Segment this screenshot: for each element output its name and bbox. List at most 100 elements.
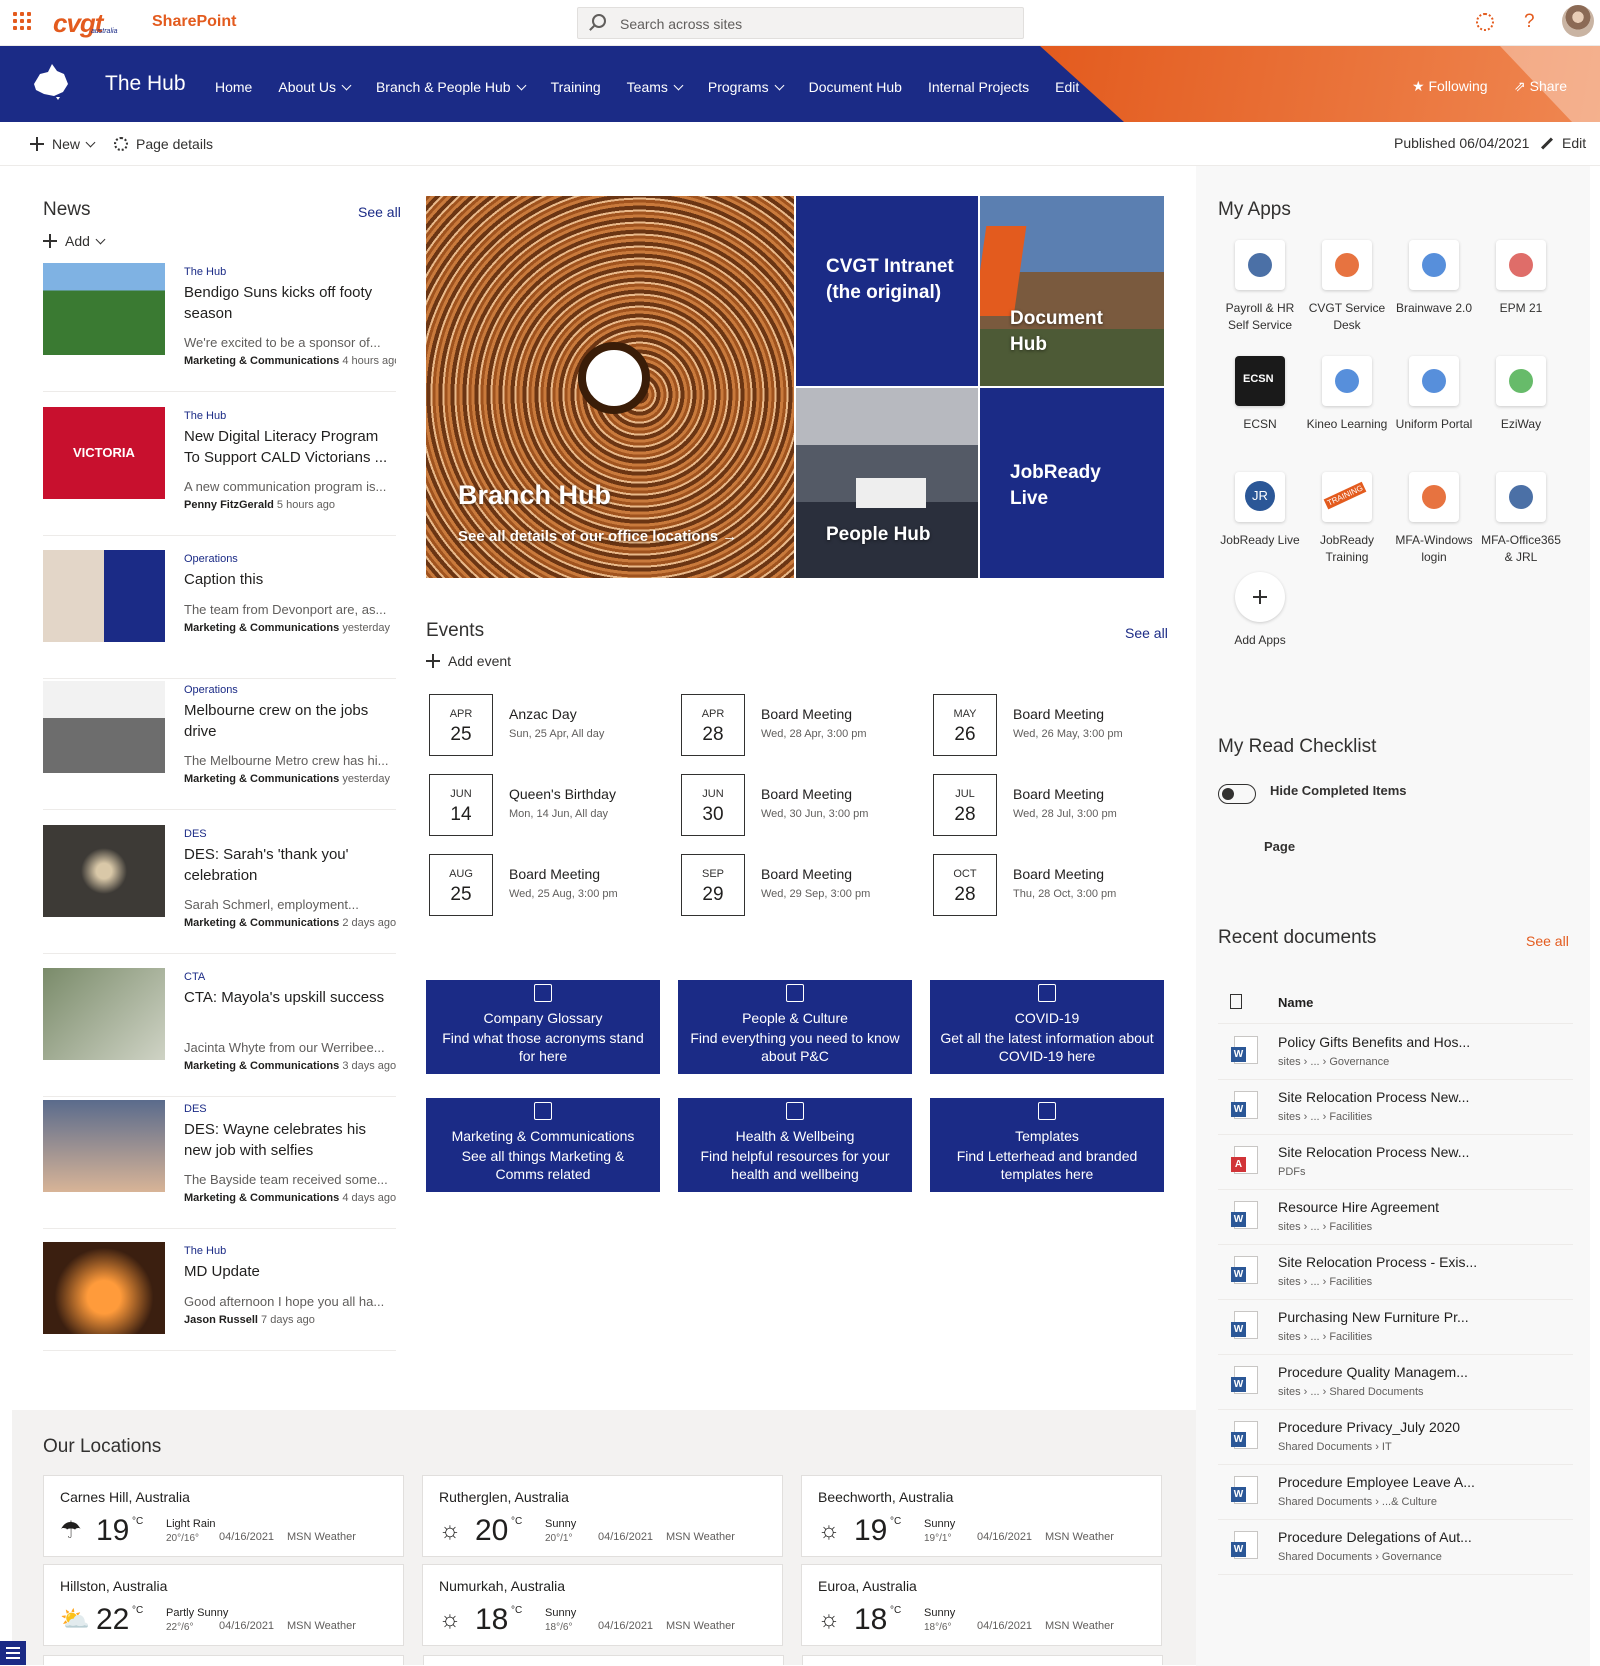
event-title[interactable]: Board Meeting bbox=[761, 706, 852, 722]
nav-item-branch-people-hub[interactable]: Branch & People Hub bbox=[376, 79, 527, 95]
event-item[interactable]: MAY 26 Board Meeting Wed, 26 May, 3:00 pm bbox=[933, 694, 1173, 756]
recent-doc-item[interactable]: W Procedure Employee Leave A... Shared Doc… bbox=[1218, 1464, 1573, 1520]
news-author[interactable]: Marketing & Communications bbox=[184, 773, 339, 785]
add-apps-button[interactable]: Add Apps bbox=[1216, 572, 1304, 649]
news-category[interactable]: The Hub bbox=[184, 1245, 226, 1257]
news-thumbnail[interactable] bbox=[43, 968, 165, 1060]
news-thumbnail[interactable] bbox=[43, 825, 165, 917]
quick-link-marketing-communications[interactable]: Marketing & Communications See all things… bbox=[426, 1098, 660, 1192]
news-see-all[interactable]: See all bbox=[358, 204, 401, 220]
news-category[interactable]: The Hub bbox=[184, 266, 226, 278]
news-thumbnail[interactable]: VICTORIA bbox=[43, 407, 165, 499]
recent-doc-name[interactable]: Site Relocation Process New... bbox=[1278, 1144, 1469, 1160]
nav-item-training[interactable]: Training bbox=[551, 79, 601, 95]
weather-card[interactable]: Carnes Hill, Australia ☂ 19 °C Light Rain 20°… bbox=[43, 1475, 404, 1557]
recent-doc-item[interactable]: A Site Relocation Process New... PDFs bbox=[1218, 1134, 1573, 1190]
news-category[interactable]: Operations bbox=[184, 553, 238, 565]
recent-doc-name[interactable]: Procedure Privacy_July 2020 bbox=[1278, 1419, 1460, 1435]
app-uniform-portal[interactable]: Uniform Portal bbox=[1390, 356, 1478, 433]
australia-logo-icon[interactable] bbox=[30, 62, 70, 100]
news-item[interactable]: DES DES: Sarah's 'thank you' celebration S… bbox=[43, 825, 396, 929]
news-title[interactable]: DES: Sarah's 'thank you' celebration bbox=[184, 844, 394, 886]
event-title[interactable]: Anzac Day bbox=[509, 706, 577, 722]
app-brainwave-2-0[interactable]: Brainwave 2.0 bbox=[1390, 240, 1478, 317]
quick-link-health-wellbeing[interactable]: Health & Wellbeing Find helpful resources… bbox=[678, 1098, 912, 1192]
event-item[interactable]: JUN 30 Board Meeting Wed, 30 Jun, 3:00 pm bbox=[681, 774, 921, 836]
app-jobready-live[interactable]: JR JobReady Live bbox=[1216, 472, 1304, 549]
app-jobready-training[interactable]: TRAINING JobReady Training bbox=[1303, 472, 1391, 566]
hero-branch-hub[interactable]: Branch Hub See all details of our office… bbox=[426, 196, 794, 578]
news-thumbnail[interactable] bbox=[43, 263, 165, 355]
news-title[interactable]: Bendigo Suns kicks off footy season bbox=[184, 282, 394, 324]
nav-item-teams[interactable]: Teams bbox=[627, 79, 684, 95]
recent-doc-item[interactable]: W Procedure Quality Managem... sites › ...… bbox=[1218, 1354, 1573, 1410]
news-thumbnail[interactable] bbox=[43, 681, 165, 773]
news-thumbnail[interactable] bbox=[43, 1100, 165, 1192]
sharepoint-link[interactable]: SharePoint bbox=[152, 13, 236, 31]
app-mfa-office365-jrl[interactable]: MFA-Office365 & JRL bbox=[1477, 472, 1565, 566]
news-category[interactable]: DES bbox=[184, 828, 207, 840]
recent-doc-name[interactable]: Purchasing New Furniture Pr... bbox=[1278, 1309, 1469, 1325]
news-author[interactable]: Jason Russell bbox=[184, 1314, 258, 1326]
app-kineo-learning[interactable]: Kineo Learning bbox=[1303, 356, 1391, 433]
recent-see-all[interactable]: See all bbox=[1526, 933, 1569, 949]
nav-item-about-us[interactable]: About Us bbox=[278, 79, 352, 95]
nav-item-edit[interactable]: Edit bbox=[1055, 79, 1079, 95]
recent-doc-name[interactable]: Site Relocation Process - Exis... bbox=[1278, 1254, 1477, 1270]
recent-doc-item[interactable]: W Purchasing New Furniture Pr... sites › .… bbox=[1218, 1299, 1573, 1355]
avatar[interactable] bbox=[1562, 5, 1594, 37]
event-item[interactable]: OCT 28 Board Meeting Thu, 28 Oct, 3:00 pm bbox=[933, 854, 1173, 916]
news-item[interactable]: DES DES: Wayne celebrates his new job wit… bbox=[43, 1100, 396, 1204]
news-title[interactable]: DES: Wayne celebrates his new job with s… bbox=[184, 1119, 394, 1161]
hero-people-hub[interactable]: People Hub bbox=[796, 388, 978, 578]
news-author[interactable]: Marketing & Communications bbox=[184, 1060, 339, 1072]
weather-card[interactable]: Rutherglen, Australia ☼ 20 °C Sunny 20°/1° 04/… bbox=[422, 1475, 783, 1557]
news-item[interactable]: Operations Melbourne crew on the jobs dri… bbox=[43, 681, 396, 785]
news-author[interactable]: Penny FitzGerald bbox=[184, 499, 274, 511]
event-title[interactable]: Board Meeting bbox=[1013, 786, 1104, 802]
app-ecsn[interactable]: ECSN ECSN bbox=[1216, 356, 1304, 433]
event-item[interactable]: APR 25 Anzac Day Sun, 25 Apr, All day bbox=[429, 694, 669, 756]
news-author[interactable]: Marketing & Communications bbox=[184, 355, 339, 367]
nav-item-programs[interactable]: Programs bbox=[708, 79, 785, 95]
events-see-all[interactable]: See all bbox=[1125, 625, 1168, 641]
quick-link-people-culture[interactable]: People & Culture Find everything you need… bbox=[678, 980, 912, 1074]
event-item[interactable]: AUG 25 Board Meeting Wed, 25 Aug, 3:00 pm bbox=[429, 854, 669, 916]
event-title[interactable]: Board Meeting bbox=[1013, 866, 1104, 882]
weather-card[interactable]: Numurkah, Australia ☼ 18 °C Sunny 18°/6° 04/16… bbox=[422, 1564, 783, 1646]
quick-link-templates[interactable]: Templates Find Letterhead and branded tem… bbox=[930, 1098, 1164, 1192]
event-item[interactable]: SEP 29 Board Meeting Wed, 29 Sep, 3:00 pm bbox=[681, 854, 921, 916]
page-details-button[interactable]: Page details bbox=[114, 135, 213, 152]
quick-link-covid-19[interactable]: COVID-19 Get all the latest information a… bbox=[930, 980, 1164, 1074]
weather-card[interactable]: Hillston, Australia ⛅ 22 °C Partly Sunny 22°/… bbox=[43, 1564, 404, 1646]
hub-title[interactable]: The Hub bbox=[105, 72, 186, 96]
news-item[interactable]: VICTORIA The Hub New Digital Literacy Prog… bbox=[43, 407, 396, 511]
event-title[interactable]: Board Meeting bbox=[1013, 706, 1104, 722]
name-column-header[interactable]: Name bbox=[1278, 995, 1313, 1010]
recent-doc-item[interactable]: W Site Relocation Process New... sites › .… bbox=[1218, 1079, 1573, 1135]
news-title[interactable]: Caption this bbox=[184, 569, 394, 590]
recent-doc-name[interactable]: Procedure Employee Leave A... bbox=[1278, 1474, 1475, 1490]
news-item[interactable]: The Hub Bendigo Suns kicks off footy seas… bbox=[43, 263, 396, 367]
hide-completed-toggle[interactable] bbox=[1218, 784, 1256, 804]
new-button[interactable]: New bbox=[30, 135, 96, 152]
recent-doc-item[interactable]: W Resource Hire Agreement sites › ... › Fa… bbox=[1218, 1189, 1573, 1245]
event-title[interactable]: Board Meeting bbox=[761, 866, 852, 882]
app-payroll-hr-self-service[interactable]: Payroll & HR Self Service bbox=[1216, 240, 1304, 334]
news-item[interactable]: Operations Caption this The team from Devo… bbox=[43, 550, 396, 650]
recent-doc-name[interactable]: Procedure Delegations of Aut... bbox=[1278, 1529, 1472, 1545]
recent-doc-name[interactable]: Resource Hire Agreement bbox=[1278, 1199, 1439, 1215]
recent-doc-item[interactable]: W Policy Gifts Benefits and Hos... sites ›… bbox=[1218, 1024, 1573, 1080]
news-item[interactable]: CTA CTA: Mayola's upskill success Jacinta … bbox=[43, 968, 396, 1072]
app-eziway[interactable]: EziWay bbox=[1477, 356, 1565, 433]
share-button[interactable]: ⇗ Share bbox=[1514, 78, 1567, 95]
add-event-button[interactable]: Add event bbox=[426, 652, 511, 669]
news-title[interactable]: MD Update bbox=[184, 1261, 394, 1282]
news-category[interactable]: Operations bbox=[184, 684, 238, 696]
nav-item-internal-projects[interactable]: Internal Projects bbox=[928, 79, 1029, 95]
hero-branch-link[interactable]: See all details of our office locations … bbox=[458, 528, 737, 545]
news-add-button[interactable]: Add bbox=[43, 232, 106, 249]
news-author[interactable]: Marketing & Communications bbox=[184, 622, 339, 634]
recent-doc-name[interactable]: Site Relocation Process New... bbox=[1278, 1089, 1469, 1105]
nav-item-document-hub[interactable]: Document Hub bbox=[809, 79, 902, 95]
